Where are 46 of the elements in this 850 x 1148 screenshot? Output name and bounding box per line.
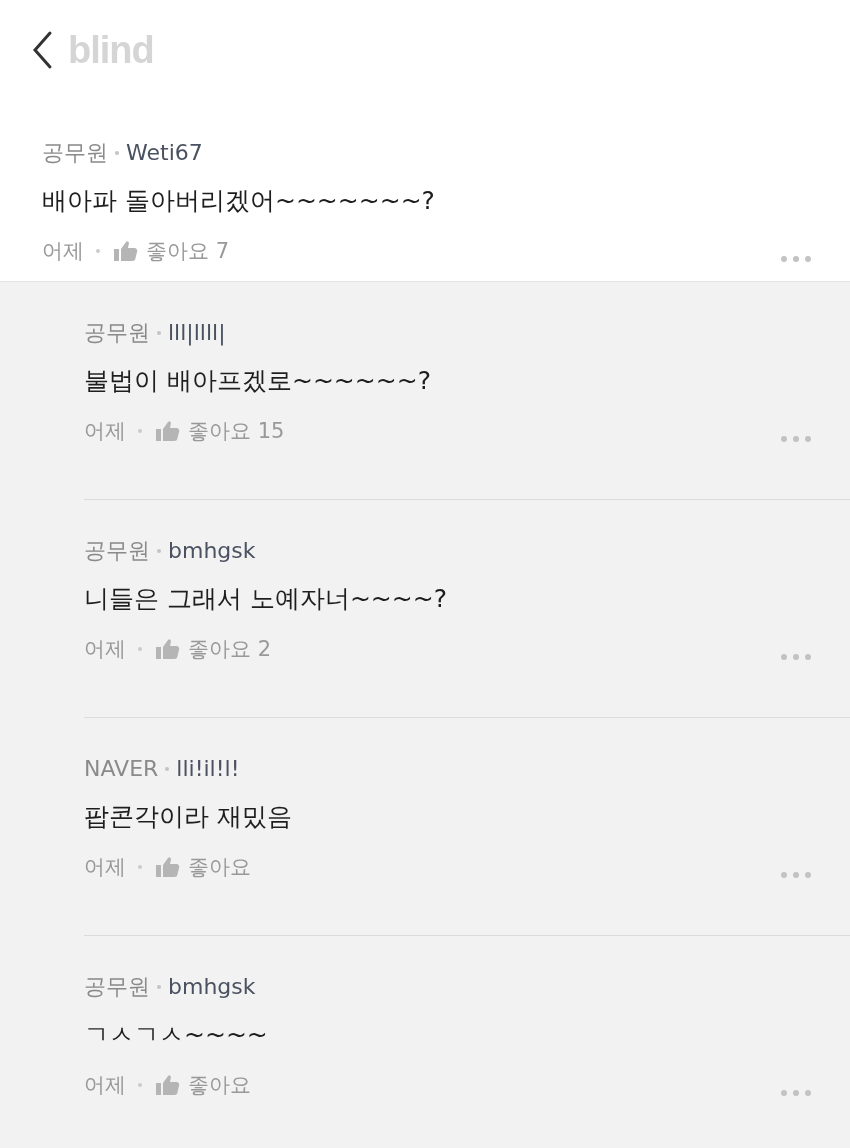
like-button[interactable]: 좋아요 15 <box>188 416 285 446</box>
more-options-icon[interactable] <box>780 1089 812 1097</box>
like-button[interactable]: 좋아요 2 <box>188 634 272 664</box>
timestamp: 어제 <box>84 418 126 445</box>
author-name: bmhgsk <box>168 973 256 1001</box>
company-name: 공무원 <box>84 973 150 1001</box>
timestamp: 어제 <box>84 854 126 881</box>
thumbs-up-icon[interactable] <box>156 638 180 660</box>
more-options-icon[interactable] <box>780 255 812 263</box>
comment-text: 불법이 배아프겠로~~~~~~? <box>84 365 432 397</box>
like-button[interactable]: 좋아요 <box>188 852 251 882</box>
timestamp: 어제 <box>84 636 126 663</box>
separator-dot <box>138 1083 142 1087</box>
company-name: NAVER <box>84 755 159 783</box>
company-name: 공무원 <box>42 139 108 167</box>
author-name: bmhgsk <box>168 537 256 565</box>
back-icon[interactable] <box>30 30 54 70</box>
like-button[interactable]: 좋아요 <box>188 1070 251 1100</box>
timestamp: 어제 <box>42 238 84 265</box>
separator-dot <box>157 985 161 989</box>
comment-text: ㄱㅅㄱㅅ~~~~ <box>84 1019 269 1051</box>
comment-text: 팝콘각이라 재밌음 <box>84 801 293 833</box>
more-options-icon[interactable] <box>780 871 812 879</box>
thumbs-up-icon[interactable] <box>156 856 180 878</box>
author-name: lll|llll| <box>168 319 226 348</box>
separator-dot <box>165 767 170 771</box>
author-name: Weti67 <box>126 139 203 167</box>
more-options-icon[interactable] <box>780 435 812 443</box>
separator-dot <box>96 249 100 253</box>
thumbs-up-icon[interactable] <box>114 240 138 262</box>
thumbs-up-icon[interactable] <box>156 420 180 442</box>
like-button[interactable]: 좋아요 7 <box>146 236 230 266</box>
company-name: 공무원 <box>84 319 150 347</box>
comment-text: 니들은 그래서 노예자너~~~~? <box>84 583 448 615</box>
separator-dot <box>138 647 142 651</box>
company-name: 공무원 <box>84 537 150 565</box>
separator-dot <box>157 331 161 335</box>
timestamp: 어제 <box>84 1072 126 1099</box>
separator-dot <box>138 429 142 433</box>
comment-text: 배아파 돌아버리겠어~~~~~~~? <box>42 185 436 217</box>
more-options-icon[interactable] <box>780 653 812 661</box>
separator-dot <box>115 151 119 155</box>
author-name: lli!il!l! <box>176 755 240 783</box>
separator-dot <box>138 865 142 869</box>
thumbs-up-icon[interactable] <box>156 1074 180 1096</box>
separator-dot <box>157 549 161 553</box>
